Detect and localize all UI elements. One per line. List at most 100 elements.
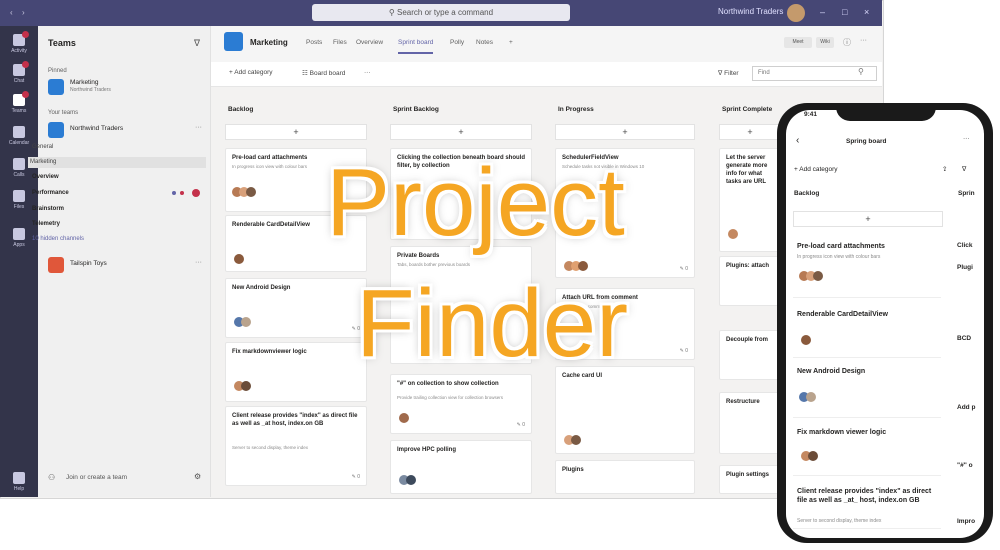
filter-button[interactable]: ∇ Filter: [718, 69, 739, 77]
card-title: Pre-load card attachments: [797, 243, 885, 250]
meet-button[interactable]: Meet: [784, 37, 812, 48]
more-icon[interactable]: ···: [860, 37, 867, 44]
share-icon[interactable]: ⇪: [942, 165, 947, 173]
side-card-title: Click: [957, 242, 973, 249]
more-icon[interactable]: ···: [364, 69, 371, 76]
channel-name: Marketing: [250, 38, 288, 47]
task-card[interactable]: Renderable CardDetailView: [793, 305, 941, 358]
search-input[interactable]: ⚲ Search or type a command: [312, 4, 570, 21]
task-card[interactable]: Decouple from: [719, 330, 781, 380]
close-icon[interactable]: ×: [864, 7, 869, 17]
card-title: Improve HPC polling: [397, 447, 457, 453]
task-card[interactable]: Cache card UI: [555, 366, 695, 454]
task-card[interactable]: Pre-load card attachments In progress ic…: [793, 237, 941, 298]
tab-overview[interactable]: Overview: [356, 39, 383, 46]
add-card-button[interactable]: +: [390, 124, 532, 140]
gear-icon[interactable]: ⚙: [194, 472, 201, 481]
wiki-button[interactable]: Wiki: [816, 37, 834, 48]
phone-notch: [836, 103, 936, 121]
more-icon[interactable]: ···: [195, 124, 202, 131]
tab-sprint-board[interactable]: Sprint board: [398, 39, 434, 54]
phone-add-category[interactable]: + Add category: [794, 166, 838, 173]
notification-badge: [22, 31, 29, 38]
rail-calendar[interactable]: Calendar: [7, 124, 31, 150]
rail-chat[interactable]: Chat: [7, 61, 31, 88]
task-card[interactable]: "#" on collection to show collection Pro…: [390, 374, 532, 434]
task-card[interactable]: Improve HPC polling: [390, 440, 532, 494]
rail-files[interactable]: Files: [7, 188, 31, 214]
more-icon[interactable]: ···: [963, 135, 970, 142]
task-card[interactable]: New Android Design: [793, 362, 941, 418]
task-card[interactable]: New Android Design ✎ 0: [225, 278, 367, 338]
card-meta: ✎ 0: [679, 266, 688, 272]
rail-label: Activity: [11, 48, 27, 54]
join-team-link[interactable]: Join or create a team: [66, 474, 127, 481]
back-icon[interactable]: ‹: [10, 8, 13, 17]
maximize-icon[interactable]: □: [842, 7, 847, 17]
column-title: Sprint Backlog: [393, 106, 439, 113]
avatar: [399, 413, 409, 423]
back-icon[interactable]: ‹: [796, 135, 799, 146]
task-card[interactable]: Client release provides "index" as direc…: [793, 482, 941, 529]
team-sub: Northwind Traders: [70, 87, 111, 93]
task-card[interactable]: Client release provides "index" as direc…: [225, 406, 367, 486]
add-card-button[interactable]: +: [793, 211, 943, 227]
team-northwind[interactable]: Northwind Traders ···: [48, 121, 208, 141]
add-card-button[interactable]: +: [719, 124, 781, 140]
tab-files[interactable]: Files: [333, 39, 347, 46]
card-desc: Server to second display, theme index: [797, 518, 882, 524]
rail-teams[interactable]: Teams: [7, 91, 31, 118]
forward-icon[interactable]: ›: [22, 8, 25, 17]
add-category-button[interactable]: + Add category: [229, 69, 273, 76]
add-category-label: Add category: [799, 166, 838, 173]
rail-activity[interactable]: Activity: [7, 31, 31, 58]
tab-polly[interactable]: Polly: [450, 39, 464, 46]
task-card[interactable]: Plugin settings: [719, 465, 781, 494]
pinned-team[interactable]: Marketing Northwind Traders: [48, 78, 208, 98]
card-meta: ✎ 0: [351, 474, 360, 480]
tab-posts[interactable]: Posts: [306, 39, 322, 46]
task-card[interactable]: Restructure: [719, 392, 781, 454]
board-button[interactable]: ☷ Board board: [302, 69, 345, 77]
add-tab-button[interactable]: +: [509, 39, 513, 46]
side-card-title: BCD: [957, 335, 972, 342]
filter-icon[interactable]: ∇: [194, 38, 200, 49]
add-card-button[interactable]: +: [555, 124, 695, 140]
file-icon: [13, 190, 25, 202]
task-card[interactable]: Fix markdown viewer logic: [793, 423, 941, 476]
team-name: Northwind Traders: [70, 125, 124, 132]
add-card-button[interactable]: +: [225, 124, 367, 140]
rail-help[interactable]: Help: [7, 470, 31, 496]
task-card[interactable]: Plugins: [555, 460, 695, 494]
channel-label: Performance: [32, 190, 69, 196]
more-icon[interactable]: ···: [195, 259, 202, 266]
channel-general[interactable]: General: [30, 142, 208, 153]
team-name: Marketing: [70, 79, 99, 86]
team-name: Tailspin Toys: [70, 260, 107, 267]
tab-notes[interactable]: Notes: [476, 39, 493, 46]
team-avatar: [48, 257, 64, 273]
channel-brainstorm[interactable]: Brainstorm: [30, 204, 208, 215]
task-card[interactable]: Let the server generate more info for wh…: [719, 148, 781, 252]
filter-icon[interactable]: ∇: [962, 165, 966, 173]
info-icon[interactable]: ⓘ: [843, 37, 851, 48]
overlay-title-line1: Project: [326, 149, 625, 256]
channel-overview[interactable]: Overview: [30, 172, 208, 183]
minimize-icon[interactable]: –: [820, 7, 825, 17]
rail-apps[interactable]: Apps: [7, 226, 31, 252]
task-card[interactable]: Plugins: attach: [719, 256, 781, 306]
avatar[interactable]: [787, 4, 805, 22]
card-title: Client release provides "index" as direc…: [232, 413, 358, 427]
card-title: Renderable CardDetailView: [797, 311, 888, 318]
channel-telemetry[interactable]: Telemetry: [30, 219, 208, 230]
board-label: Board board: [309, 70, 346, 77]
channel-marketing[interactable]: Marketing: [28, 157, 206, 168]
team-tailspin[interactable]: Tailspin Toys ···: [48, 256, 208, 276]
phone-title: Spring board: [846, 138, 887, 145]
hidden-channels-link[interactable]: 10 hidden channels: [30, 234, 208, 245]
card-desc: In progress icon view with colour bars: [797, 254, 881, 260]
task-card[interactable]: Fix markdownviewer logic: [225, 342, 367, 402]
notification-badge: [22, 61, 29, 68]
card-title: New Android Design: [232, 285, 291, 291]
side-card-title: Plugi: [957, 264, 973, 271]
